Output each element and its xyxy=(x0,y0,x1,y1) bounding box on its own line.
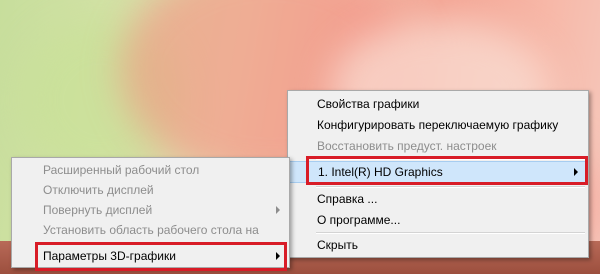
menu-item-about[interactable]: О программе... xyxy=(289,210,587,230)
submenu-item-3d-graphics-settings[interactable]: Параметры 3D-графики xyxy=(13,246,288,266)
graphics-context-menu: Свойства графики Конфигурировать переклю… xyxy=(287,90,589,258)
submenu-item-disable-display: Отключить дисплей xyxy=(43,183,154,197)
submenu-item-rotate-display: Повернуть дисплей xyxy=(13,200,288,220)
menu-item-intel-hd-graphics[interactable]: 1. Intel(R) HD Graphics xyxy=(289,161,587,183)
menu-separator xyxy=(316,186,585,188)
submenu-arrow-icon xyxy=(276,206,280,214)
menu-item-restore-defaults: Восстановить предуст. настроек xyxy=(317,139,497,153)
submenu-item-extended-desktop: Расширенный рабочий стол xyxy=(43,163,200,177)
menu-item-label: 1. Intel(R) HD Graphics xyxy=(318,165,443,179)
menu-item-help[interactable]: Справка ... xyxy=(289,189,587,209)
submenu-arrow-icon xyxy=(574,168,578,176)
submenu-arrow-icon xyxy=(276,252,280,260)
menu-item-label: Параметры 3D-графики xyxy=(43,249,176,263)
display-submenu: Расширенный рабочий стол Отключить диспл… xyxy=(11,157,290,268)
menu-separator xyxy=(316,232,585,234)
submenu-item-set-desktop-area: Установить область рабочего стола на xyxy=(43,223,259,237)
menu-separator xyxy=(42,242,286,244)
menu-separator xyxy=(316,158,585,160)
menu-item-hide[interactable]: Скрыть xyxy=(289,235,587,255)
menu-item-configure-switchable-graphics[interactable]: Конфигурировать переключаемую графику xyxy=(289,115,587,135)
menu-item-graphics-properties[interactable]: Свойства графики xyxy=(289,94,587,114)
menu-item-label: Повернуть дисплей xyxy=(43,203,153,217)
